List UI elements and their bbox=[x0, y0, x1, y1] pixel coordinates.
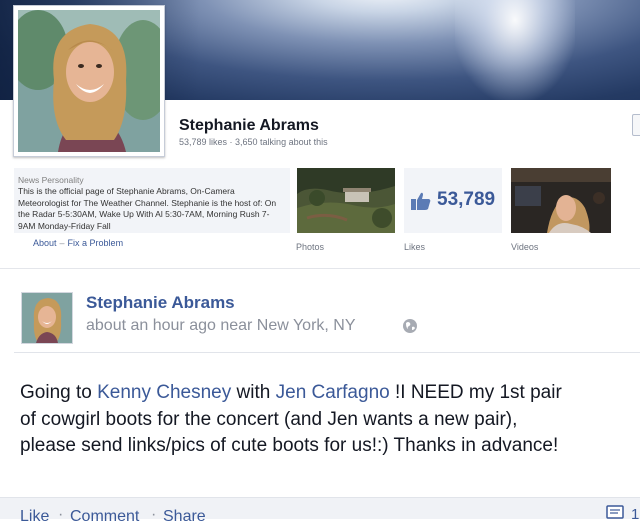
post-timestamp-location[interactable]: about an hour ago near New York, NY bbox=[86, 317, 356, 335]
post-body-line-1: Going to Kenny Chesney with Jen Carfagno… bbox=[20, 380, 640, 407]
share-button[interactable]: Share bbox=[163, 508, 206, 526]
videos-label[interactable]: Videos bbox=[511, 242, 538, 252]
fix-problem-link[interactable]: Fix a Problem bbox=[68, 238, 124, 248]
post-author-avatar[interactable] bbox=[21, 292, 73, 344]
photos-tile[interactable] bbox=[297, 168, 395, 233]
about-link[interactable]: About bbox=[33, 238, 57, 248]
profile-photo bbox=[18, 10, 160, 152]
post-text: !I NEED my 1st pair bbox=[389, 382, 562, 403]
globe-icon[interactable] bbox=[402, 318, 418, 334]
likes-label[interactable]: Likes bbox=[404, 242, 425, 252]
videos-tile[interactable] bbox=[511, 168, 611, 233]
photos-label[interactable]: Photos bbox=[296, 242, 324, 252]
about-links: About – Fix a Problem bbox=[33, 238, 123, 248]
action-separator: · bbox=[151, 506, 157, 523]
about-box[interactable]: News Personality This is the official pa… bbox=[14, 168, 290, 233]
comment-count[interactable]: 1 bbox=[631, 506, 639, 523]
page-action-button[interactable] bbox=[632, 114, 640, 136]
post-header-separator bbox=[14, 352, 640, 353]
about-category: News Personality bbox=[18, 175, 84, 185]
comment-button[interactable]: Comment bbox=[70, 508, 139, 526]
cover-sun-flare bbox=[455, 0, 575, 100]
post-text: Going to bbox=[20, 382, 98, 403]
post-body-line-3: please send links/pics of cute boots for… bbox=[20, 435, 559, 456]
about-text: This is the official page of Stephanie A… bbox=[18, 186, 277, 231]
tag-jen-carfagno[interactable]: Jen Carfagno bbox=[276, 382, 390, 403]
post-body: Going to Kenny Chesney with Jen Carfagno… bbox=[20, 380, 640, 460]
page-title[interactable]: Stephanie Abrams bbox=[179, 117, 319, 135]
profile-picture[interactable] bbox=[13, 5, 165, 157]
likes-tile[interactable]: 53,789 bbox=[404, 168, 502, 233]
like-button[interactable]: Like bbox=[20, 508, 49, 526]
about-links-separator: – bbox=[59, 238, 65, 248]
likes-count: 53,789 bbox=[437, 189, 496, 210]
comment-icon[interactable] bbox=[606, 505, 624, 521]
post-body-line-2: of cowgirl boots for the concert (and Je… bbox=[20, 408, 518, 430]
post-author-name[interactable]: Stephanie Abrams bbox=[86, 293, 235, 313]
post-text: with bbox=[231, 382, 276, 403]
action-separator: · bbox=[58, 506, 64, 523]
page-stats: 53,789 likes · 3,650 talking about this bbox=[179, 137, 328, 147]
tag-kenny-chesney[interactable]: Kenny Chesney bbox=[97, 382, 231, 403]
section-divider bbox=[0, 268, 640, 269]
thumbs-up-icon bbox=[411, 192, 431, 210]
